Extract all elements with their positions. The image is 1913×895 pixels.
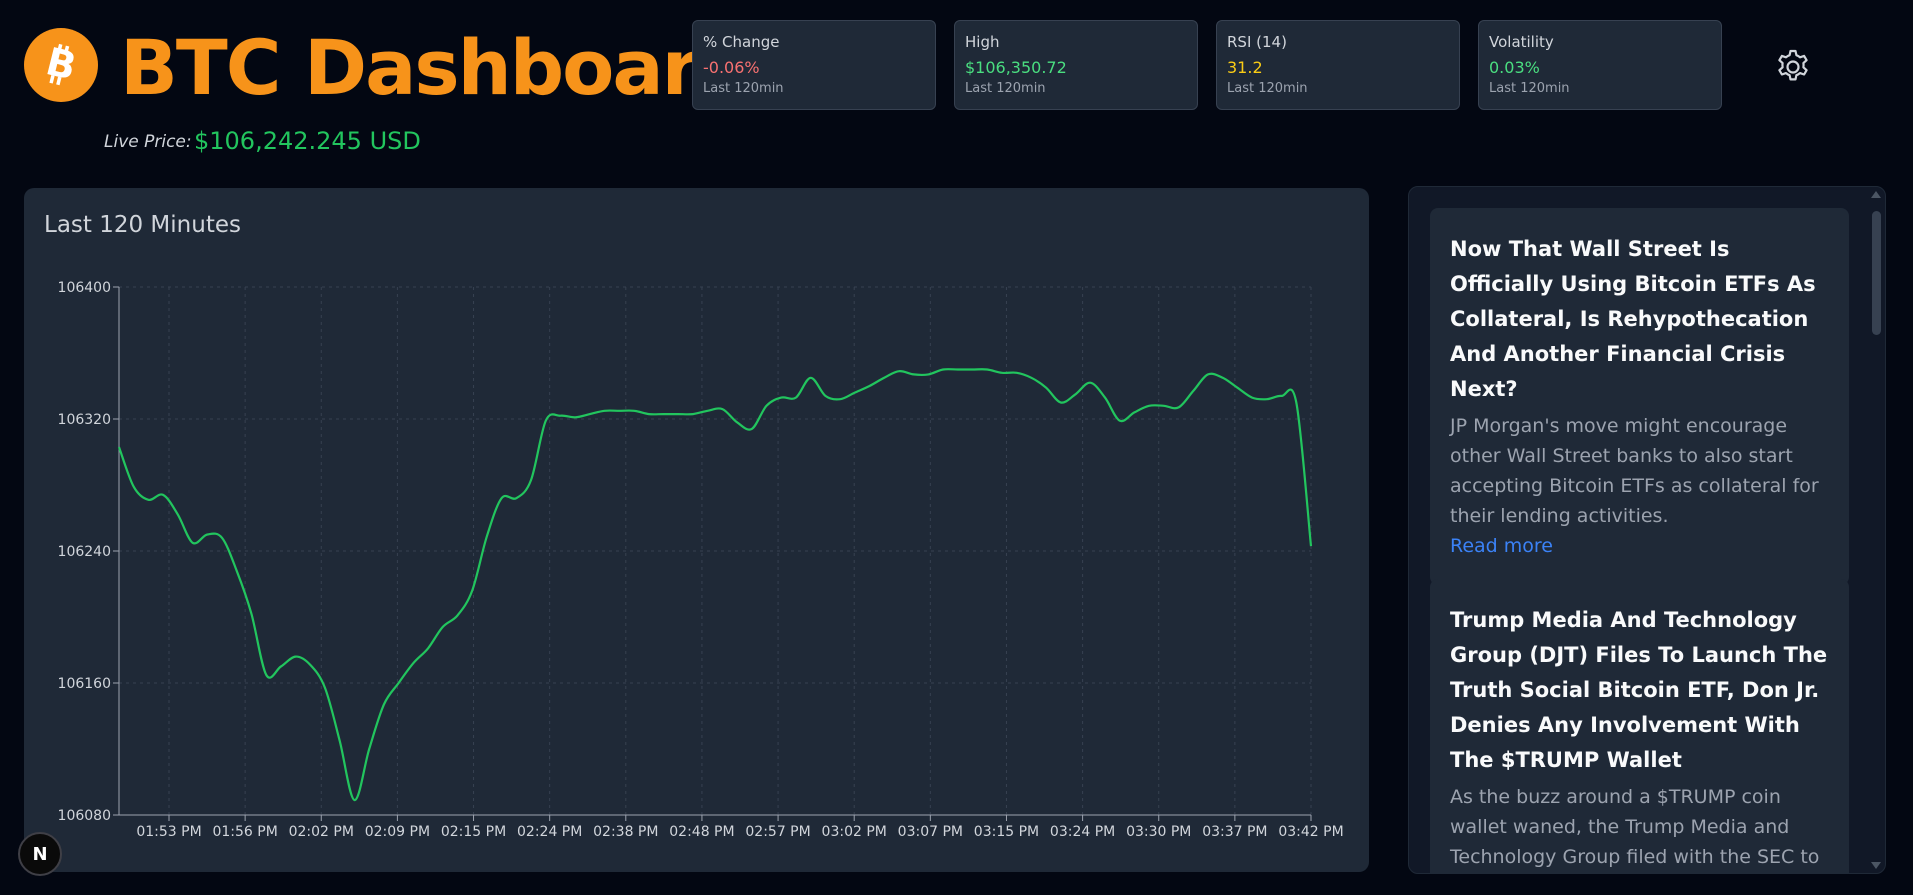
stat-card-high: High $106,350.72 Last 120min xyxy=(954,20,1198,110)
stat-sub: Last 120min xyxy=(703,81,784,96)
y-tick-label: 106160 xyxy=(58,676,111,692)
x-tick-label: 02:02 PM xyxy=(289,824,354,840)
y-tick-label: 106400 xyxy=(58,280,111,296)
gear-icon xyxy=(1778,49,1808,81)
scroll-down-arrow-icon[interactable] xyxy=(1871,862,1881,869)
price-line xyxy=(117,368,1313,802)
x-tick-label: 03:02 PM xyxy=(822,824,887,840)
x-tick-label: 03:15 PM xyxy=(974,824,1039,840)
news-card: Trump Media And Technology Group (DJT) F… xyxy=(1430,579,1849,873)
scroll-thumb[interactable] xyxy=(1872,211,1881,335)
stat-label: % Change xyxy=(703,33,780,51)
x-tick-label: 03:42 PM xyxy=(1278,824,1343,840)
x-tick-label: 02:57 PM xyxy=(745,824,810,840)
stat-label: Volatility xyxy=(1489,33,1554,51)
y-tick-label: 106240 xyxy=(58,544,111,560)
x-tick-label: 03:07 PM xyxy=(898,824,963,840)
scroll-up-arrow-icon[interactable] xyxy=(1871,191,1881,198)
live-price-label: Live Price: xyxy=(104,132,192,152)
stat-value: 0.03% xyxy=(1489,58,1540,77)
news-scrollbar[interactable] xyxy=(1869,191,1883,869)
stat-card-rsi: RSI (14) 31.2 Last 120min xyxy=(1216,20,1460,110)
x-tick-label: 03:37 PM xyxy=(1202,824,1267,840)
price-chart-panel: Last 120 Minutes 106400 106320 106240 10616… xyxy=(24,188,1369,872)
x-tick-label: 03:24 PM xyxy=(1050,824,1115,840)
x-tick-label: 02:48 PM xyxy=(669,824,734,840)
stat-sub: Last 120min xyxy=(1227,81,1308,96)
y-tick-label: 106320 xyxy=(58,412,111,428)
stat-label: RSI (14) xyxy=(1227,33,1287,51)
x-tick-label: 02:38 PM xyxy=(593,824,658,840)
read-more-link[interactable]: Read more xyxy=(1450,531,1829,561)
stat-sub: Last 120min xyxy=(1489,81,1570,96)
y-tick-label: 106080 xyxy=(58,808,111,824)
stat-value: 31.2 xyxy=(1227,58,1263,77)
nextjs-dev-badge[interactable]: N xyxy=(18,832,62,876)
news-description: JP Morgan's move might encourage other W… xyxy=(1450,415,1819,527)
stat-card-volatility: Volatility 0.03% Last 120min xyxy=(1478,20,1722,110)
x-tick-label: 01:53 PM xyxy=(136,824,201,840)
settings-button[interactable] xyxy=(1773,47,1813,87)
news-title: Now That Wall Street Is Officially Using… xyxy=(1450,237,1816,401)
news-panel[interactable]: Now That Wall Street Is Officially Using… xyxy=(1408,186,1886,874)
news-title: Trump Media And Technology Group (DJT) F… xyxy=(1450,608,1828,772)
news-description: As the buzz around a $TRUMP coin wallet … xyxy=(1450,786,1820,868)
stat-card-change: % Change -0.06% Last 120min xyxy=(692,20,936,110)
x-tick-label: 02:15 PM xyxy=(441,824,506,840)
stat-value: -0.06% xyxy=(703,58,760,77)
stat-sub: Last 120min xyxy=(965,81,1046,96)
stat-label: High xyxy=(965,33,1000,51)
price-chart: 106400 106320 106240 106160 106080 01:53 PM 01… xyxy=(58,280,1344,840)
x-tick-label: 03:30 PM xyxy=(1126,824,1191,840)
nextjs-badge-letter: N xyxy=(32,843,48,865)
news-card: Now That Wall Street Is Officially Using… xyxy=(1430,208,1849,585)
live-price-value: $106,242.245 USD xyxy=(194,127,421,155)
x-tick-label: 02:24 PM xyxy=(517,824,582,840)
bitcoin-icon: B xyxy=(42,41,81,89)
page-title: BTC Dashboard xyxy=(120,23,751,112)
stat-value: $106,350.72 xyxy=(965,58,1067,77)
bitcoin-logo-icon: B xyxy=(24,28,98,102)
x-tick-label: 01:56 PM xyxy=(212,824,277,840)
x-tick-label: 02:09 PM xyxy=(365,824,430,840)
